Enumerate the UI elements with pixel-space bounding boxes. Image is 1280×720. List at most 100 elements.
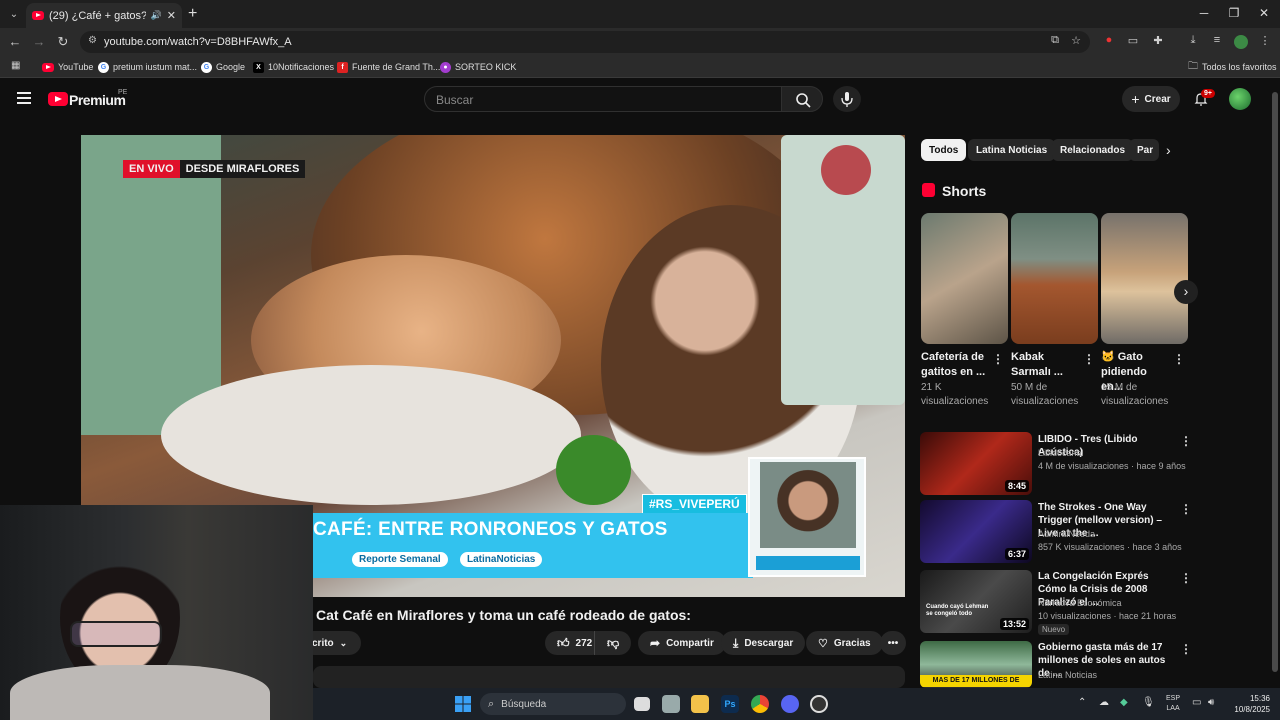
bookmark-google[interactable]: G Google: [201, 59, 245, 75]
chip-all[interactable]: Todos: [921, 139, 967, 161]
more-options-icon[interactable]: ⋮: [1083, 352, 1095, 366]
video-duration: 8:45: [1004, 480, 1029, 492]
taskbar-search[interactable]: ⌕ Búsqueda: [480, 693, 626, 715]
dislike-button[interactable]: 👎︎: [594, 631, 631, 655]
chip-latina-noticias[interactable]: Latina Noticias: [968, 139, 1056, 161]
discord-icon[interactable]: [781, 695, 799, 713]
address-bar[interactable]: youtube.com/watch?v=D8BHFAWfx_A: [80, 31, 1090, 53]
tray-chevron-icon[interactable]: ⌃: [1078, 697, 1086, 708]
media-icon[interactable]: ≡: [1209, 34, 1225, 46]
search-button[interactable]: [781, 86, 823, 112]
short-title[interactable]: Kabak Sarmalı ...: [1011, 350, 1081, 380]
bookmark-pretium[interactable]: G pretium iustum mat...: [98, 59, 197, 75]
channel-name[interactable]: Narrativa Económica: [1038, 597, 1188, 610]
url-text: youtube.com/watch?v=D8BHFAWfx_A: [104, 36, 292, 48]
more-options-icon[interactable]: ⋮: [1180, 502, 1192, 516]
puzzle-icon[interactable]: ✚: [1150, 34, 1166, 47]
keyboard-layout: LAA: [1166, 705, 1180, 712]
bookmark-kick[interactable]: ● SORTEO KICK: [440, 59, 516, 75]
font-icon: f: [337, 61, 348, 73]
lower-third-tag: LatinaNoticias: [460, 552, 543, 567]
search-input[interactable]: Buscar: [424, 86, 782, 112]
extension-icon[interactable]: ▭: [1125, 34, 1141, 47]
close-window-button[interactable]: ✕: [1254, 6, 1274, 20]
new-tab-button[interactable]: +: [188, 5, 197, 23]
mic-tray-icon[interactable]: 🎙︎: [1142, 697, 1155, 708]
more-options-icon[interactable]: ⋮: [1173, 352, 1185, 366]
photoshop-icon[interactable]: Ps: [721, 695, 739, 713]
apps-grid-icon[interactable]: ▦: [11, 60, 20, 71]
video-meta: 4 M de visualizaciones · hace 9 años: [1038, 461, 1186, 471]
windows-start-icon[interactable]: [455, 696, 471, 712]
forward-button[interactable]: →: [31, 34, 47, 49]
bookmark-youtube[interactable]: YouTube: [42, 59, 93, 75]
description-panel[interactable]: [313, 666, 905, 688]
tray-app-icon[interactable]: ◆: [1120, 697, 1128, 708]
browser-tab[interactable]: (29) ¿Café + gatos? Descub 🔊 ✕: [26, 3, 182, 28]
chip-related[interactable]: Relacionados: [1052, 139, 1134, 161]
video-thumbnail[interactable]: MAS DE 17 MILLONES DE SOLES: [920, 641, 1032, 688]
notification-badge: 9+: [1201, 89, 1215, 98]
tab-search-icon[interactable]: ⌄: [6, 6, 22, 22]
cast-icon[interactable]: ⧉: [1047, 34, 1063, 47]
bookmark-star-icon[interactable]: ☆: [1068, 34, 1084, 47]
youtube-logo-icon[interactable]: [48, 92, 68, 106]
more-options-icon[interactable]: ⋮: [1180, 571, 1192, 585]
account-avatar[interactable]: [1229, 88, 1251, 110]
cloud-icon[interactable]: ☁: [1099, 697, 1109, 708]
extension-red-icon[interactable]: ●: [1101, 34, 1117, 46]
more-options-icon[interactable]: ⋮: [1180, 642, 1192, 656]
create-button[interactable]: + Crear: [1122, 86, 1180, 112]
back-button[interactable]: ←: [7, 34, 23, 49]
video-thumbnail[interactable]: Cuando cayó Lehman se congeló todo 13:52: [920, 570, 1032, 633]
speaker-icon[interactable]: 🔊: [151, 10, 162, 21]
volume-icon[interactable]: 🔊︎: [1208, 697, 1214, 708]
short-title[interactable]: Cafetería de gatitos en ...: [921, 350, 991, 380]
short-thumbnail[interactable]: [1101, 213, 1188, 344]
reload-button[interactable]: ↻: [55, 34, 71, 50]
file-explorer-icon[interactable]: [691, 695, 709, 713]
more-options-icon[interactable]: ⋮: [1180, 434, 1192, 448]
profile-avatar[interactable]: [1234, 35, 1248, 49]
lower-third-tag: Reporte Semanal: [352, 552, 448, 567]
chevron-right-icon[interactable]: ›: [1166, 142, 1171, 158]
restore-button[interactable]: ❐: [1224, 6, 1244, 20]
voice-search-button[interactable]: [833, 86, 861, 112]
task-view-icon[interactable]: [634, 697, 650, 711]
short-thumbnail[interactable]: [1011, 213, 1098, 344]
thanks-button[interactable]: ♡ Gracias: [806, 631, 883, 655]
language-indicator[interactable]: ESP LAA: [1166, 694, 1180, 714]
minimize-button[interactable]: ─: [1194, 6, 1214, 20]
taskbar-clock[interactable]: 15:36 10/8/2025: [1228, 693, 1270, 715]
close-tab-icon[interactable]: ✕: [167, 9, 176, 22]
page-scrollbar[interactable]: [1272, 92, 1278, 672]
download-icon[interactable]: ⤓: [1185, 34, 1201, 47]
short-thumbnail[interactable]: [921, 213, 1008, 344]
all-bookmarks[interactable]: 🗀 Todos los favoritos: [1188, 59, 1277, 75]
channel-name[interactable]: Libidocanal: [1038, 447, 1188, 460]
hamburger-menu-icon[interactable]: [17, 92, 31, 104]
more-actions-button[interactable]: •••: [880, 631, 906, 655]
more-options-icon[interactable]: ⋮: [992, 352, 1004, 366]
video-thumbnail[interactable]: 8:45: [920, 432, 1032, 495]
logo-text[interactable]: Premium: [69, 92, 126, 108]
chip-partial[interactable]: Par: [1129, 139, 1159, 161]
channel-name[interactable]: AdmiralNeeda: [1038, 528, 1188, 541]
clock-time: 15:36: [1249, 694, 1270, 703]
download-button[interactable]: ⤓ Descargar: [721, 631, 806, 655]
app-icon[interactable]: [810, 695, 828, 713]
site-info-icon[interactable]: ⚙: [88, 35, 97, 46]
share-button[interactable]: ➦ Compartir: [638, 631, 726, 655]
menu-dots-icon[interactable]: ⋮: [1257, 34, 1273, 47]
bookmark-label: pretium iustum mat...: [113, 62, 198, 72]
app-icon[interactable]: [662, 695, 680, 713]
shorts-next-button[interactable]: ›: [1174, 280, 1198, 304]
network-icon[interactable]: ▭: [1192, 697, 1201, 708]
bookmark-font[interactable]: f Fuente de Grand Th...: [337, 59, 440, 75]
bookmark-x[interactable]: X 10Notificaciones: [253, 59, 334, 75]
channel-name[interactable]: Latina Noticias: [1038, 669, 1188, 682]
video-thumbnail[interactable]: 6:37: [920, 500, 1032, 563]
share-icon: ➦: [650, 636, 661, 650]
search-icon: ⌕: [488, 697, 495, 710]
chrome-icon[interactable]: [751, 695, 769, 713]
